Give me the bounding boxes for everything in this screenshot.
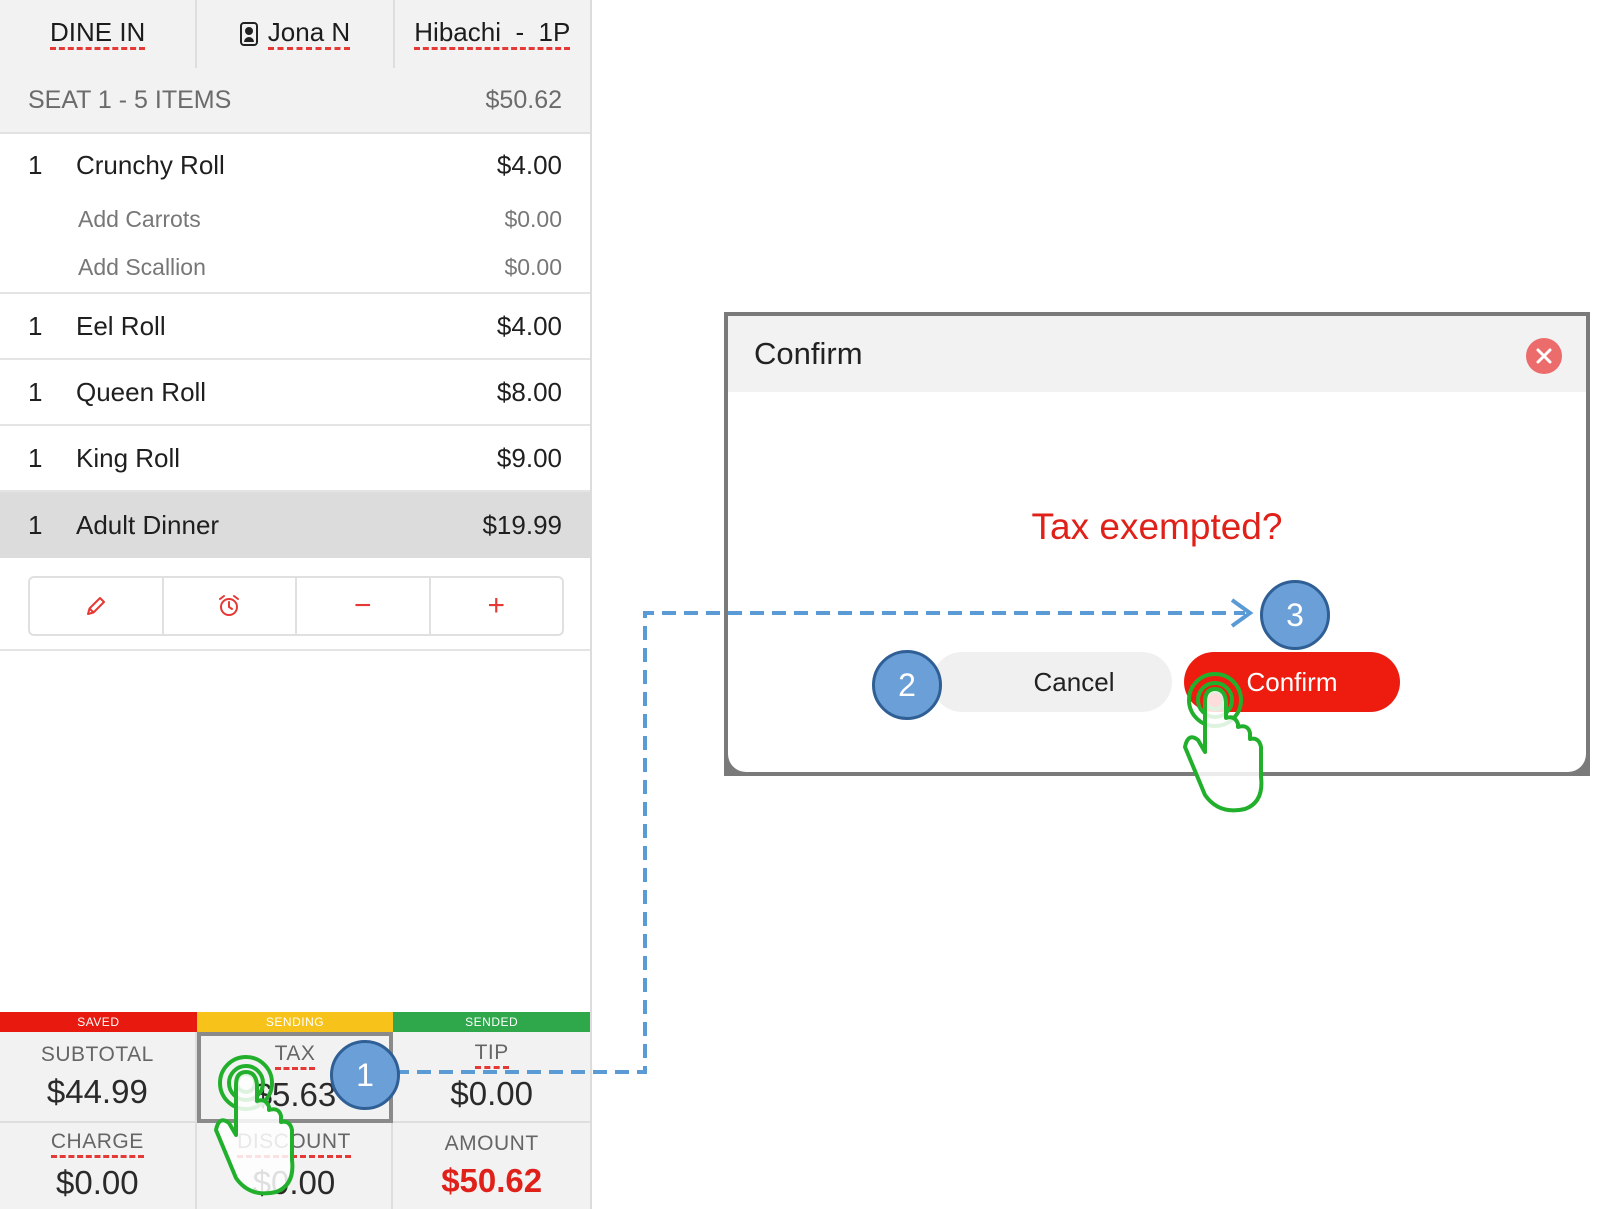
seat-label: SEAT 1 - 5 ITEMS	[28, 85, 232, 114]
minus-icon: −	[353, 589, 372, 622]
item-name: Crunchy Roll	[76, 149, 225, 180]
tip-value: $0.00	[450, 1074, 533, 1112]
pencil-icon	[86, 597, 105, 615]
alarm-clock-icon	[219, 595, 240, 616]
modifier-price: $0.00	[504, 253, 562, 280]
charge-button[interactable]: CHARGE $0.00	[0, 1123, 197, 1209]
close-icon	[1536, 348, 1552, 364]
item-qty: 1	[28, 149, 43, 180]
discount-button[interactable]: DISCOUNT $0.00	[197, 1123, 394, 1209]
divider	[0, 649, 590, 651]
item-price: $8.00	[496, 376, 562, 407]
seat-total: $50.62	[485, 85, 562, 114]
item-price: $4.00	[496, 149, 562, 180]
charge-label: CHARGE	[50, 1130, 144, 1158]
plus-icon: +	[487, 589, 506, 622]
increase-qty-button[interactable]: +	[431, 578, 563, 634]
subtotal-cell: SUBTOTAL $44.99	[0, 1032, 197, 1123]
item-modifier: Add Carrots $0.00	[0, 197, 590, 241]
item-name: Eel Roll	[76, 310, 166, 341]
order-item-eel-roll[interactable]: 1 Eel Roll $4.00	[0, 294, 590, 360]
discount-value: $0.00	[252, 1164, 336, 1201]
tax-value: $5.63	[253, 1075, 337, 1113]
item-action-bar: − +	[28, 576, 564, 636]
send-status-bar: SAVED SENDING SENDED	[0, 1012, 591, 1032]
confirm-dialog: Confirm Tax exempted? Cancel Confirm	[724, 312, 1590, 776]
amount-label: AMOUNT	[444, 1132, 539, 1155]
charge-value: $0.00	[56, 1164, 139, 1201]
tip-button[interactable]: TIP $0.00	[393, 1032, 590, 1123]
amount-value: $50.62	[441, 1162, 543, 1199]
confirm-button[interactable]: Confirm	[1184, 652, 1400, 712]
step-marker-3: 3	[1260, 580, 1330, 650]
item-name: King Roll	[76, 442, 181, 473]
order-item-adult-dinner-selected[interactable]: 1 Adult Dinner $19.99	[0, 492, 590, 558]
tip-label: TIP	[474, 1041, 509, 1069]
order-type-button[interactable]: DINE IN	[0, 0, 198, 68]
server-label: Jona N	[267, 18, 351, 50]
step-marker-2: 2	[872, 650, 942, 720]
amount-cell: AMOUNT $50.62	[393, 1123, 590, 1209]
item-name: Adult Dinner	[76, 509, 220, 540]
order-header: DINE IN Jona N Hibachi - 1P	[0, 0, 590, 70]
edit-item-button[interactable]	[30, 578, 164, 634]
item-price: $19.99	[482, 509, 562, 540]
modifier-name: Add Scallion	[78, 253, 206, 280]
dialog-body: Confirm Tax exempted? Cancel Confirm	[728, 316, 1586, 772]
status-saved: SAVED	[0, 1012, 197, 1032]
order-type-label: DINE IN	[49, 18, 146, 50]
order-item-king-roll[interactable]: 1 King Roll $9.00	[0, 426, 590, 492]
item-modifier: Add Scallion $0.00	[0, 245, 590, 289]
badge-icon	[239, 22, 258, 46]
table-label: Hibachi - 1P	[414, 18, 571, 50]
discount-label: DISCOUNT	[237, 1130, 351, 1158]
item-qty: 1	[28, 310, 43, 341]
tax-label: TAX	[274, 1042, 316, 1070]
server-button[interactable]: Jona N	[197, 0, 395, 68]
status-sending: SENDING	[196, 1012, 394, 1032]
decrease-qty-button[interactable]: −	[297, 578, 431, 634]
item-price: $9.00	[496, 442, 562, 473]
item-qty: 1	[28, 376, 43, 407]
item-qty: 1	[28, 509, 43, 540]
item-price: $4.00	[496, 310, 562, 341]
dialog-message: Tax exempted?	[1031, 506, 1283, 547]
modifier-name: Add Carrots	[78, 205, 201, 232]
item-qty: 1	[28, 442, 43, 473]
cancel-button[interactable]: Cancel	[932, 652, 1172, 712]
order-panel: DINE IN Jona N Hibachi - 1P SEAT 1 - 5 I…	[0, 0, 592, 1209]
subtotal-label: SUBTOTAL	[40, 1042, 154, 1066]
table-button[interactable]: Hibachi - 1P	[395, 0, 590, 68]
modifier-price: $0.00	[504, 205, 562, 232]
dialog-title: Confirm	[754, 336, 863, 371]
dialog-header: Confirm	[728, 316, 1586, 392]
status-sended: SENDED	[393, 1012, 591, 1032]
course-timer-button[interactable]	[164, 578, 297, 634]
item-name: Queen Roll	[76, 376, 207, 407]
step-marker-1: 1	[330, 1040, 400, 1110]
subtotal-value: $44.99	[46, 1072, 148, 1110]
order-item-queen-roll[interactable]: 1 Queen Roll $8.00	[0, 360, 590, 426]
seat-header[interactable]: SEAT 1 - 5 ITEMS $50.62	[0, 68, 590, 134]
close-button[interactable]	[1526, 338, 1562, 374]
totals-grid: SUBTOTAL $44.99 TAX $5.63 TIP $0.00 CHAR…	[0, 1032, 590, 1209]
